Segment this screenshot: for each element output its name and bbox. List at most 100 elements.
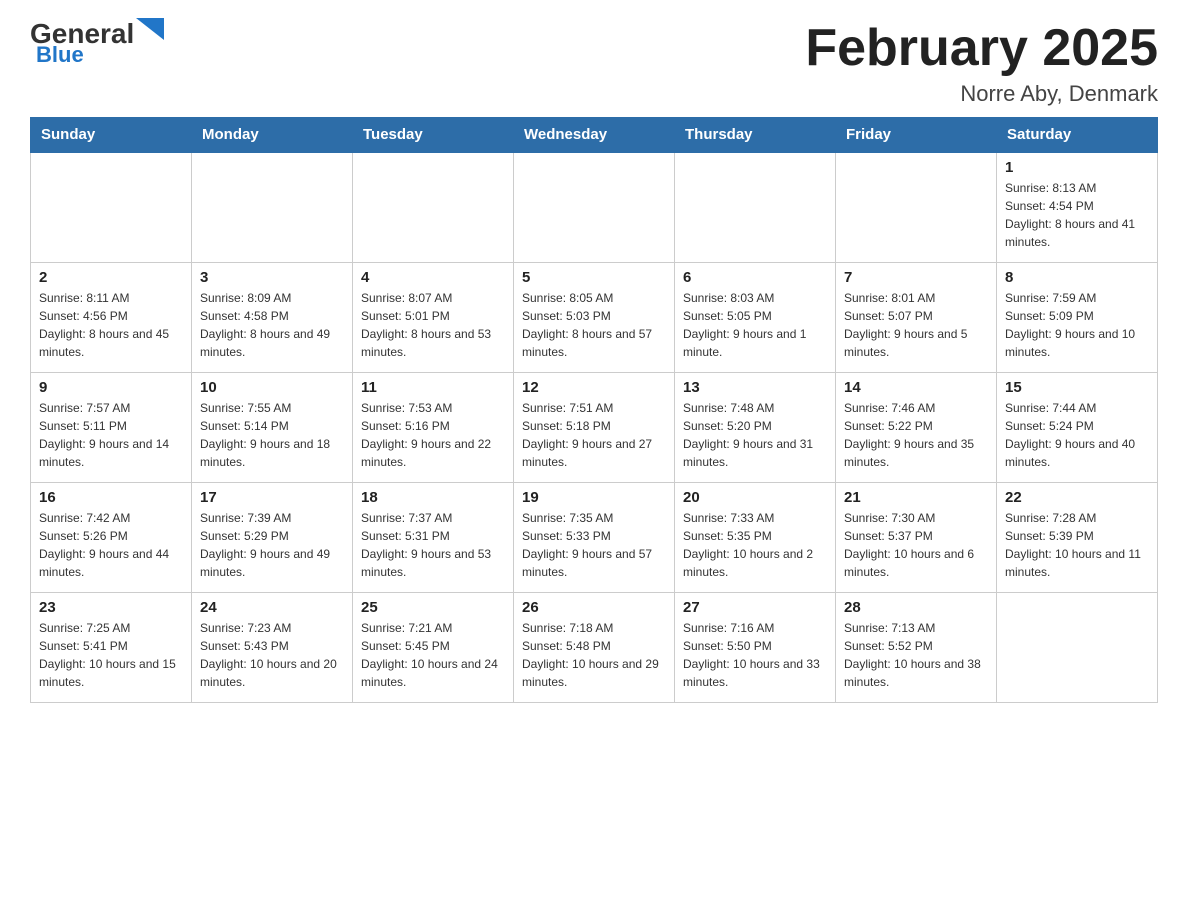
day-info: Sunrise: 7:37 AMSunset: 5:31 PMDaylight:… <box>361 509 505 581</box>
day-number: 2 <box>39 269 183 286</box>
day-number: 27 <box>683 599 827 616</box>
day-info: Sunrise: 8:01 AMSunset: 5:07 PMDaylight:… <box>844 289 988 361</box>
calendar-day-cell: 10 Sunrise: 7:55 AMSunset: 5:14 PMDayligh… <box>192 372 353 482</box>
day-info: Sunrise: 8:13 AMSunset: 4:54 PMDaylight:… <box>1005 179 1149 251</box>
day-info: Sunrise: 7:33 AMSunset: 5:35 PMDaylight:… <box>683 509 827 581</box>
calendar-day-cell: 13Sunrise: 7:48 AMSunset: 5:20 PMDayligh… <box>675 372 836 482</box>
calendar-day-cell: 27 Sunrise: 7:16 AMSunset: 5:50 PMDayligh… <box>675 592 836 702</box>
day-info: Sunrise: 7:48 AMSunset: 5:20 PMDaylight:… <box>683 399 827 471</box>
calendar-day-cell <box>836 152 997 262</box>
calendar-day-cell: 23 Sunrise: 7:25 AMSunset: 5:41 PMDayligh… <box>31 592 192 702</box>
day-number: 9 <box>39 379 183 396</box>
day-number: 4 <box>361 269 505 286</box>
day-number: 11 <box>361 379 505 396</box>
day-number: 28 <box>844 599 988 616</box>
day-number: 14 <box>844 379 988 396</box>
calendar-day-cell: 4 Sunrise: 8:07 AMSunset: 5:01 PMDaylight… <box>353 262 514 372</box>
day-number: 25 <box>361 599 505 616</box>
calendar-day-cell: 19 Sunrise: 7:35 AMSunset: 5:33 PMDayligh… <box>514 482 675 592</box>
calendar-day-cell: 17 Sunrise: 7:39 AMSunset: 5:29 PMDayligh… <box>192 482 353 592</box>
day-info: Sunrise: 7:39 AMSunset: 5:29 PMDaylight:… <box>200 509 344 581</box>
weekday-header-tuesday: Tuesday <box>353 118 514 153</box>
day-info: Sunrise: 7:23 AMSunset: 5:43 PMDaylight:… <box>200 619 344 691</box>
day-number: 21 <box>844 489 988 506</box>
day-info: Sunrise: 7:13 AMSunset: 5:52 PMDaylight:… <box>844 619 988 691</box>
weekday-header-wednesday: Wednesday <box>514 118 675 153</box>
day-number: 8 <box>1005 269 1149 286</box>
calendar-week-row: 16Sunrise: 7:42 AMSunset: 5:26 PMDayligh… <box>31 482 1158 592</box>
day-number: 7 <box>844 269 988 286</box>
calendar-week-row: 23 Sunrise: 7:25 AMSunset: 5:41 PMDayligh… <box>31 592 1158 702</box>
day-info: Sunrise: 7:30 AMSunset: 5:37 PMDaylight:… <box>844 509 988 581</box>
calendar-day-cell: 7 Sunrise: 8:01 AMSunset: 5:07 PMDaylight… <box>836 262 997 372</box>
day-number: 3 <box>200 269 344 286</box>
day-number: 18 <box>361 489 505 506</box>
title-block: February 2025 Norre Aby, Denmark <box>805 20 1158 107</box>
day-info: Sunrise: 7:59 AMSunset: 5:09 PMDaylight:… <box>1005 289 1149 361</box>
calendar-day-cell: 1 Sunrise: 8:13 AMSunset: 4:54 PMDaylight… <box>997 152 1158 262</box>
calendar-day-cell: 21 Sunrise: 7:30 AMSunset: 5:37 PMDayligh… <box>836 482 997 592</box>
logo-blue: Blue <box>36 42 84 67</box>
day-number: 20 <box>683 489 827 506</box>
day-number: 1 <box>1005 159 1149 176</box>
day-number: 12 <box>522 379 666 396</box>
day-number: 24 <box>200 599 344 616</box>
day-number: 10 <box>200 379 344 396</box>
day-info: Sunrise: 7:55 AMSunset: 5:14 PMDaylight:… <box>200 399 344 471</box>
day-number: 15 <box>1005 379 1149 396</box>
day-info: Sunrise: 8:05 AMSunset: 5:03 PMDaylight:… <box>522 289 666 361</box>
day-number: 19 <box>522 489 666 506</box>
calendar-table: SundayMondayTuesdayWednesdayThursdayFrid… <box>30 117 1158 703</box>
location: Norre Aby, Denmark <box>805 81 1158 107</box>
day-number: 16 <box>39 489 183 506</box>
day-info: Sunrise: 7:28 AMSunset: 5:39 PMDaylight:… <box>1005 509 1149 581</box>
day-info: Sunrise: 7:21 AMSunset: 5:45 PMDaylight:… <box>361 619 505 691</box>
day-info: Sunrise: 7:16 AMSunset: 5:50 PMDaylight:… <box>683 619 827 691</box>
day-number: 22 <box>1005 489 1149 506</box>
weekday-header-row: SundayMondayTuesdayWednesdayThursdayFrid… <box>31 118 1158 153</box>
weekday-header-saturday: Saturday <box>997 118 1158 153</box>
day-info: Sunrise: 8:09 AMSunset: 4:58 PMDaylight:… <box>200 289 344 361</box>
calendar-day-cell: 5 Sunrise: 8:05 AMSunset: 5:03 PMDaylight… <box>514 262 675 372</box>
calendar-day-cell <box>31 152 192 262</box>
calendar-day-cell: 15 Sunrise: 7:44 AMSunset: 5:24 PMDayligh… <box>997 372 1158 482</box>
calendar-day-cell: 22 Sunrise: 7:28 AMSunset: 5:39 PMDayligh… <box>997 482 1158 592</box>
calendar-day-cell: 24 Sunrise: 7:23 AMSunset: 5:43 PMDayligh… <box>192 592 353 702</box>
day-number: 17 <box>200 489 344 506</box>
day-info: Sunrise: 7:51 AMSunset: 5:18 PMDaylight:… <box>522 399 666 471</box>
calendar-day-cell: 25 Sunrise: 7:21 AMSunset: 5:45 PMDayligh… <box>353 592 514 702</box>
day-info: Sunrise: 7:46 AMSunset: 5:22 PMDaylight:… <box>844 399 988 471</box>
day-number: 26 <box>522 599 666 616</box>
calendar-day-cell: 20 Sunrise: 7:33 AMSunset: 5:35 PMDayligh… <box>675 482 836 592</box>
weekday-header-friday: Friday <box>836 118 997 153</box>
calendar-day-cell: 26Sunrise: 7:18 AMSunset: 5:48 PMDayligh… <box>514 592 675 702</box>
calendar-day-cell <box>514 152 675 262</box>
weekday-header-monday: Monday <box>192 118 353 153</box>
day-info: Sunrise: 8:03 AMSunset: 5:05 PMDaylight:… <box>683 289 827 361</box>
calendar-week-row: 1 Sunrise: 8:13 AMSunset: 4:54 PMDaylight… <box>31 152 1158 262</box>
calendar-day-cell <box>997 592 1158 702</box>
calendar-day-cell: 9 Sunrise: 7:57 AMSunset: 5:11 PMDaylight… <box>31 372 192 482</box>
day-info: Sunrise: 8:11 AMSunset: 4:56 PMDaylight:… <box>39 289 183 361</box>
day-info: Sunrise: 7:44 AMSunset: 5:24 PMDaylight:… <box>1005 399 1149 471</box>
calendar-day-cell <box>353 152 514 262</box>
weekday-header-thursday: Thursday <box>675 118 836 153</box>
month-title: February 2025 <box>805 20 1158 77</box>
calendar-day-cell: 14 Sunrise: 7:46 AMSunset: 5:22 PMDayligh… <box>836 372 997 482</box>
calendar-day-cell: 6 Sunrise: 8:03 AMSunset: 5:05 PMDaylight… <box>675 262 836 372</box>
day-info: Sunrise: 8:07 AMSunset: 5:01 PMDaylight:… <box>361 289 505 361</box>
day-number: 5 <box>522 269 666 286</box>
day-info: Sunrise: 7:57 AMSunset: 5:11 PMDaylight:… <box>39 399 183 471</box>
day-info: Sunrise: 7:53 AMSunset: 5:16 PMDaylight:… <box>361 399 505 471</box>
day-info: Sunrise: 7:25 AMSunset: 5:41 PMDaylight:… <box>39 619 183 691</box>
calendar-day-cell: 12 Sunrise: 7:51 AMSunset: 5:18 PMDayligh… <box>514 372 675 482</box>
weekday-header-sunday: Sunday <box>31 118 192 153</box>
calendar-day-cell: 8 Sunrise: 7:59 AMSunset: 5:09 PMDaylight… <box>997 262 1158 372</box>
calendar-day-cell <box>675 152 836 262</box>
day-number: 6 <box>683 269 827 286</box>
day-info: Sunrise: 7:35 AMSunset: 5:33 PMDaylight:… <box>522 509 666 581</box>
day-number: 23 <box>39 599 183 616</box>
calendar-day-cell: 3 Sunrise: 8:09 AMSunset: 4:58 PMDaylight… <box>192 262 353 372</box>
calendar-day-cell: 16Sunrise: 7:42 AMSunset: 5:26 PMDayligh… <box>31 482 192 592</box>
calendar-day-cell: 2 Sunrise: 8:11 AMSunset: 4:56 PMDaylight… <box>31 262 192 372</box>
